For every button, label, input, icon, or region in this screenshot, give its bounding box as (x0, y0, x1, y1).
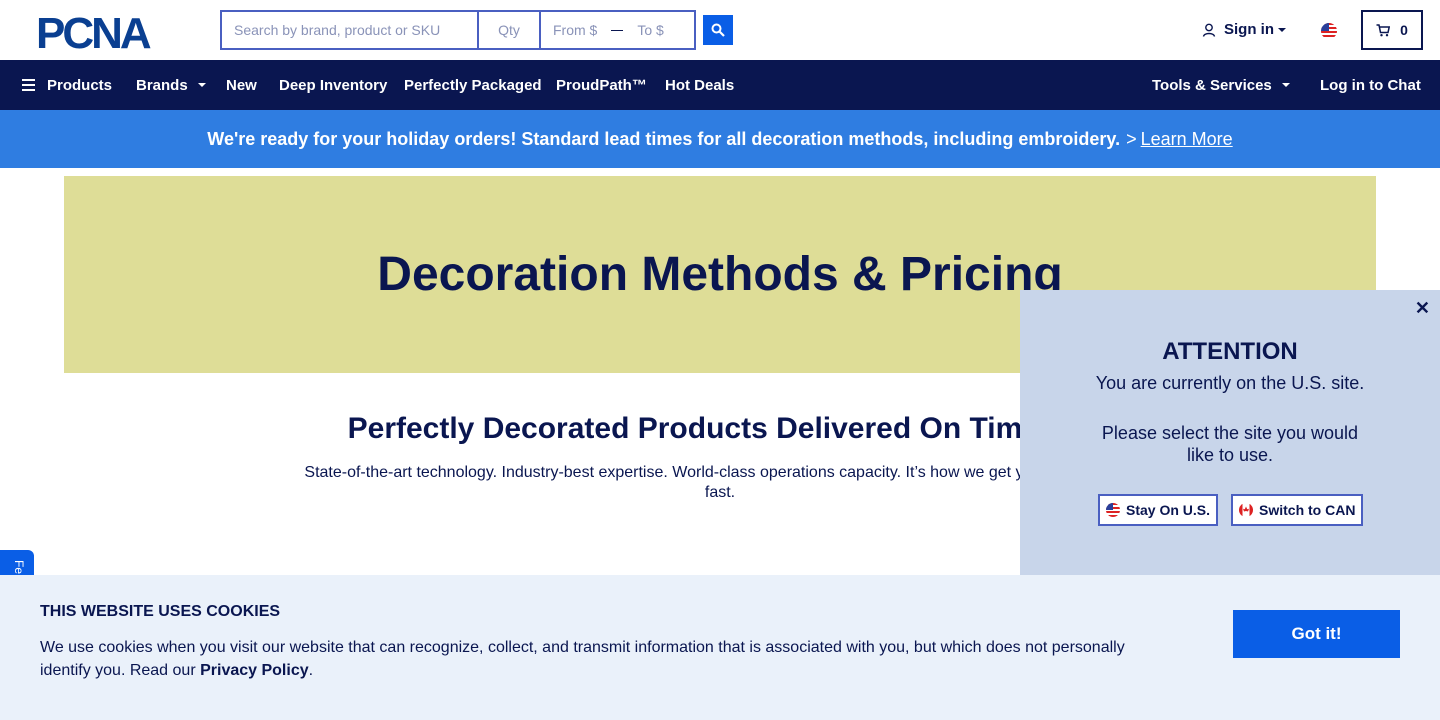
nav-new-label: New (226, 76, 257, 94)
nav-perfectly-packaged-label: Perfectly Packaged (404, 76, 542, 94)
learn-more-link[interactable]: Learn More (1141, 129, 1233, 150)
nav-tools-services[interactable]: Tools & Services (1152, 60, 1290, 110)
us-flag-icon (1106, 503, 1120, 517)
promo-banner: We're ready for your holiday orders! Sta… (0, 110, 1440, 168)
pcna-logo[interactable]: PCNA (36, 12, 186, 52)
modal-title: ATTENTION (1162, 338, 1298, 365)
nav-tools-services-label: Tools & Services (1152, 76, 1272, 94)
search-button[interactable] (703, 15, 733, 45)
banner-arrow: > (1126, 128, 1137, 149)
us-flag-icon[interactable] (1321, 23, 1337, 39)
cookie-period: . (308, 662, 314, 679)
hamburger-icon (22, 79, 35, 91)
nav-chat-label: Log in to Chat (1320, 76, 1421, 94)
got-it-button[interactable]: Got it! (1233, 610, 1400, 658)
user-icon (1202, 23, 1216, 37)
qty-placeholder: Qty (498, 22, 520, 38)
price-range: From $ To $ (541, 12, 694, 48)
cookie-message: We use cookies when you visit our websit… (40, 636, 1150, 682)
canada-flag-icon (1239, 503, 1253, 517)
search-bar: Search by brand, product or SKU Qty From… (220, 10, 696, 50)
chevron-down-icon (197, 83, 206, 87)
banner-text: We're ready for your holiday orders! Sta… (207, 128, 1121, 149)
cookie-banner: THIS WEBSITE USES COOKIES We use cookies… (0, 575, 1440, 720)
sign-in-menu[interactable]: Sign in (1202, 21, 1286, 38)
page-title: Decoration Methods & Pricing (377, 248, 1063, 301)
logo-text: PCNA (36, 12, 151, 52)
stay-on-us-label: Stay On U.S. (1126, 502, 1211, 518)
nav-deep-inventory-label: Deep Inventory (279, 76, 388, 94)
modal-message-select-site: Please select the site you would like to… (1101, 423, 1359, 465)
main-nav: Products Brands New Deep Inventory Perfe… (0, 60, 1440, 110)
feedback-label: Fe (12, 560, 26, 575)
nav-proudpath-label: ProudPath™ (556, 76, 647, 94)
cart-icon (1376, 23, 1391, 36)
search-input[interactable]: Search by brand, product or SKU (222, 12, 479, 48)
nav-perfectly-packaged[interactable]: Perfectly Packaged (404, 60, 542, 110)
site-selector-modal: ✕ ATTENTION You are currently on the U.S… (1020, 290, 1440, 580)
qty-input[interactable]: Qty (479, 12, 541, 48)
nav-deep-inventory[interactable]: Deep Inventory (279, 60, 387, 110)
chevron-down-icon (1278, 27, 1286, 32)
price-to-input[interactable]: To $ (637, 22, 663, 38)
switch-to-can-label: Switch to CAN (1259, 502, 1356, 518)
nav-new[interactable]: New (226, 60, 257, 110)
modal-message-current-site: You are currently on the U.S. site. (1095, 373, 1365, 393)
nav-brands-label: Brands (136, 76, 188, 94)
price-from-input[interactable]: From $ (553, 22, 597, 38)
nav-products-label: Products (47, 76, 113, 94)
search-placeholder: Search by brand, product or SKU (234, 22, 441, 38)
top-header: PCNA Search by brand, product or SKU Qty… (0, 0, 1440, 60)
nav-hot-deals-label: Hot Deals (665, 76, 735, 94)
range-dash (611, 29, 624, 31)
close-icon[interactable]: ✕ (1415, 298, 1430, 319)
stay-on-us-button[interactable]: Stay On U.S. (1098, 494, 1219, 526)
privacy-policy-link[interactable]: Privacy Policy (200, 662, 309, 679)
nav-proudpath[interactable]: ProudPath™ (556, 60, 647, 110)
search-icon (711, 23, 725, 37)
sign-in-label: Sign in (1224, 21, 1274, 38)
cookie-title: THIS WEBSITE USES COOKIES (40, 603, 281, 620)
nav-log-in-to-chat[interactable]: Log in to Chat (1320, 60, 1421, 110)
nav-products[interactable]: Products (22, 60, 112, 110)
chevron-down-icon (1281, 83, 1290, 87)
nav-hot-deals[interactable]: Hot Deals (665, 60, 734, 110)
cart-button[interactable]: 0 (1361, 10, 1423, 50)
nav-brands[interactable]: Brands (136, 60, 206, 110)
switch-to-can-button[interactable]: Switch to CAN (1231, 494, 1364, 526)
cart-count: 0 (1400, 22, 1408, 38)
